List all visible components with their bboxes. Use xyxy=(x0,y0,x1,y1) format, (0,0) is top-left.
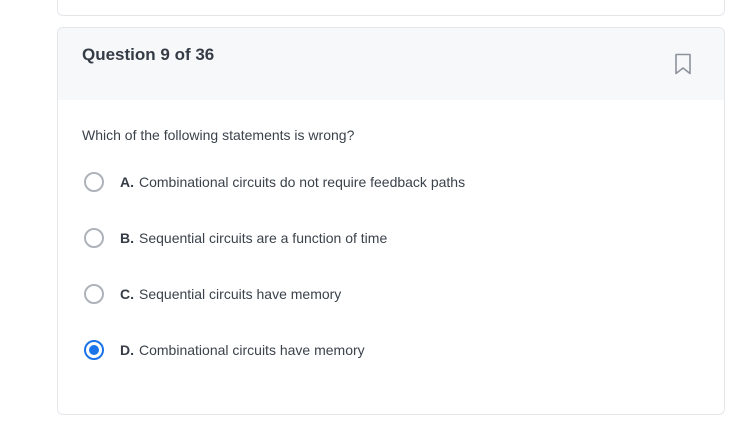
option-text: Sequential circuits are a function of ti… xyxy=(139,230,388,246)
radio-button[interactable] xyxy=(84,228,104,248)
radio-button[interactable] xyxy=(84,340,104,360)
option-text: Sequential circuits have memory xyxy=(139,286,342,302)
question-card: Question 9 of 36 Which of the following … xyxy=(57,27,725,415)
previous-question-card xyxy=(57,0,725,16)
radio-button[interactable] xyxy=(84,284,104,304)
radio-button[interactable] xyxy=(84,172,104,192)
option-text: Combinational circuits do not require fe… xyxy=(139,174,466,190)
answer-options: A. Combinational circuits do not require … xyxy=(84,170,465,394)
question-prompt: Which of the following statements is wro… xyxy=(82,127,355,143)
option-c[interactable]: C. Sequential circuits have memory xyxy=(84,282,465,306)
question-number-title: Question 9 of 36 xyxy=(82,45,215,64)
option-letter: D. xyxy=(120,342,134,358)
option-label: D. Combinational circuits have memory xyxy=(120,342,365,358)
option-label: C. Sequential circuits have memory xyxy=(120,286,341,302)
option-text: Combinational circuits have memory xyxy=(139,342,365,358)
option-label: B. Sequential circuits are a function of … xyxy=(120,230,387,246)
bookmark-icon[interactable] xyxy=(672,52,694,76)
option-a[interactable]: A. Combinational circuits do not require … xyxy=(84,170,465,194)
option-letter: C. xyxy=(120,286,134,302)
option-letter: A. xyxy=(120,174,134,190)
option-d[interactable]: D. Combinational circuits have memory xyxy=(84,338,465,362)
option-b[interactable]: B. Sequential circuits are a function of … xyxy=(84,226,465,250)
question-header: Question 9 of 36 xyxy=(58,28,724,100)
option-label: A. Combinational circuits do not require … xyxy=(120,174,465,190)
option-letter: B. xyxy=(120,230,134,246)
